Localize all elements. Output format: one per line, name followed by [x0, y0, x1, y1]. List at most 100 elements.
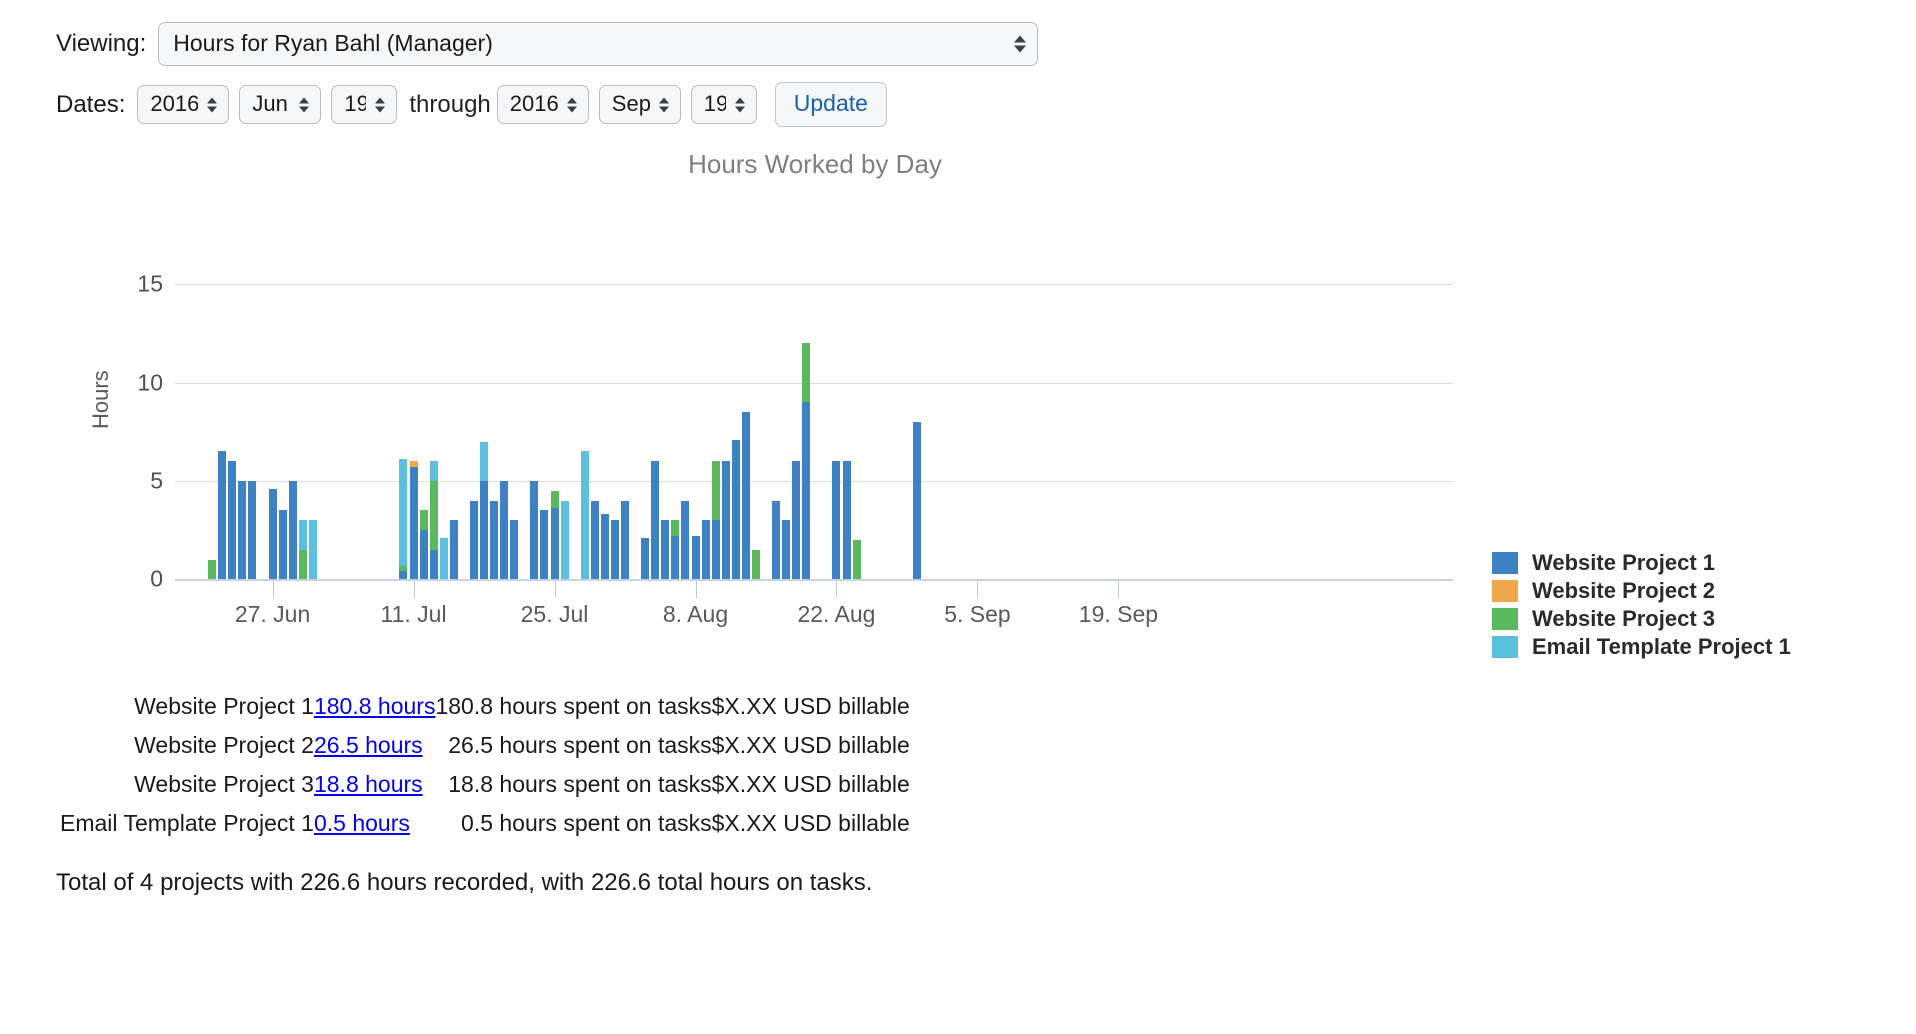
- chart-bar-segment: [731, 439, 740, 580]
- legend-swatch-icon: [1492, 580, 1518, 603]
- chart-bar-segment: [208, 559, 217, 580]
- project-hours-cell: 0.5 hours: [314, 804, 435, 843]
- chart-y-tick-label: 0: [150, 565, 163, 592]
- project-spent-cell: 18.8 hours spent on tasks: [448, 771, 712, 798]
- project-billable-cell: $X.XX USD billable: [711, 771, 910, 798]
- chart-bar-segment: [409, 467, 418, 580]
- legend-item[interactable]: Website Project 1: [1492, 549, 1791, 577]
- chart-bar-segment: [469, 500, 478, 580]
- chart-x-tick-label: 27. Jun: [234, 601, 311, 628]
- chart-gridline: [175, 284, 1453, 286]
- chart-bar-segment: [802, 343, 811, 403]
- viewing-row: Viewing: Hours for Ryan Bahl (Manager): [56, 22, 1916, 67]
- chart-gridline: [175, 480, 1453, 482]
- chart-bar-segment: [429, 461, 438, 481]
- project-billable-cell: $X.XX USD billable: [711, 732, 910, 759]
- chart-bar-segment: [429, 480, 438, 550]
- legend-item-label: Email Template Project 1: [1532, 634, 1791, 660]
- chart-bar-segment: [580, 451, 589, 580]
- chart-bar-segment: [429, 549, 438, 580]
- chart-bar-segment: [681, 500, 690, 580]
- project-billable-cell: $X.XX USD billable: [711, 810, 910, 837]
- chart-bar-segment: [842, 461, 851, 580]
- chart-bar-segment: [782, 520, 791, 580]
- table-row: Email Template Project 1 0.5 hours 0.5 hou…: [60, 804, 910, 843]
- chart-bar-segment: [288, 480, 297, 580]
- project-hours-cell: 180.8 hours: [314, 687, 435, 726]
- chart-y-tick-label: 5: [150, 467, 163, 494]
- chart-y-tick-label: 15: [137, 270, 163, 297]
- chart-bar-segment: [651, 461, 660, 580]
- chart-x-tick-mark: [554, 581, 556, 599]
- project-name-cell: Email Template Project 1: [60, 810, 314, 837]
- chart-x-tick-mark: [272, 581, 274, 599]
- end-month-wrap: Sep: [598, 85, 691, 125]
- legend-swatch-icon: [1492, 608, 1518, 631]
- chart-x-tick-label: 25. Jul: [520, 601, 589, 628]
- chart-bar-segment: [419, 530, 428, 580]
- chart-bar-segment: [248, 480, 257, 580]
- chart-bar-segment: [540, 510, 549, 580]
- project-hours-link[interactable]: 0.5 hours: [314, 810, 410, 836]
- chart-x-tick-mark: [413, 581, 415, 599]
- chart-x-tick-mark: [977, 581, 979, 599]
- chart-bar-segment: [419, 510, 428, 531]
- chart-legend: Website Project 1 Website Project 2 Websit…: [1492, 549, 1791, 661]
- chart-bar-segment: [701, 520, 710, 580]
- chart-bar-segment: [550, 508, 559, 580]
- start-year-select[interactable]: 2016: [137, 85, 230, 125]
- chart-bar-segment: [691, 536, 700, 580]
- chart-bar-segment: [228, 461, 237, 580]
- legend-item[interactable]: Website Project 2: [1492, 577, 1791, 605]
- chart-bar-segment: [550, 490, 559, 509]
- project-spent-cell: 180.8 hours spent on tasks: [435, 693, 712, 720]
- chart-bar-segment: [600, 514, 609, 580]
- end-month-select[interactable]: Sep: [598, 85, 681, 125]
- chart-bar-segment: [409, 461, 418, 468]
- chart-bar-segment: [661, 520, 670, 580]
- chart-plot-area: 0 5 10 15 27. Jun 11. Jul 25. Jul 8. Aug 22. Aug…: [137, 207, 1453, 649]
- project-spent-cell: 26.5 hours spent on tasks: [448, 732, 712, 759]
- project-hours-link[interactable]: 18.8 hours: [314, 771, 423, 797]
- project-name-cell: Website Project 1: [134, 693, 314, 720]
- end-year-select[interactable]: 2016: [496, 85, 589, 125]
- chart-y-tick-label: 10: [137, 369, 163, 396]
- chart-bar-segment: [399, 459, 408, 566]
- viewing-select[interactable]: Hours for Ryan Bahl (Manager): [158, 22, 1039, 67]
- project-name-cell: Website Project 2: [134, 732, 314, 759]
- chart-bar-segment: [641, 537, 650, 580]
- table-row: Website Project 2 26.5 hours 26.5 hours sp…: [60, 726, 910, 765]
- hours-chart: Hours Worked by Day Hours 0 5 10 15 27. Jun 1…: [0, 149, 1916, 669]
- legend-item[interactable]: Email Template Project 1: [1492, 633, 1791, 661]
- start-month-select[interactable]: Jun: [239, 85, 322, 125]
- project-hours-link[interactable]: 26.5 hours: [314, 732, 423, 758]
- project-hours-link[interactable]: 180.8 hours: [314, 693, 435, 719]
- chart-x-tick-label: 22. Aug: [797, 601, 876, 628]
- legend-item[interactable]: Website Project 3: [1492, 605, 1791, 633]
- chart-bar-segment: [711, 461, 720, 521]
- project-name-cell: Website Project 3: [134, 771, 314, 798]
- chart-bar-segment: [298, 520, 307, 550]
- update-button[interactable]: Update: [774, 82, 887, 128]
- dates-label: Dates:: [56, 90, 126, 118]
- end-day-wrap: 19: [690, 85, 767, 125]
- chart-bar-segment: [399, 565, 408, 572]
- dates-row: Dates: 2016 Jun 19 through 2016 Sep 19 U…: [56, 82, 1916, 128]
- chart-gridline: [175, 382, 1453, 384]
- chart-bar-segment: [711, 520, 720, 580]
- chart-bar-segment: [590, 500, 599, 580]
- through-label: through: [409, 90, 491, 118]
- chart-bar-segment: [792, 461, 801, 580]
- end-day-select[interactable]: 19: [690, 85, 757, 125]
- chart-bar-segment: [832, 461, 841, 580]
- chart-bar-segment: [751, 549, 760, 580]
- chart-bar-segment: [671, 536, 680, 580]
- start-day-select[interactable]: 19: [331, 85, 398, 125]
- chart-x-tick-mark: [836, 581, 838, 599]
- chart-title: Hours Worked by Day: [688, 149, 942, 180]
- chart-bar-segment: [913, 421, 922, 580]
- chart-bar-segment: [218, 451, 227, 580]
- chart-bar-segment: [560, 500, 569, 580]
- legend-item-label: Website Project 2: [1532, 578, 1715, 604]
- project-hours-cell: 18.8 hours: [314, 765, 435, 804]
